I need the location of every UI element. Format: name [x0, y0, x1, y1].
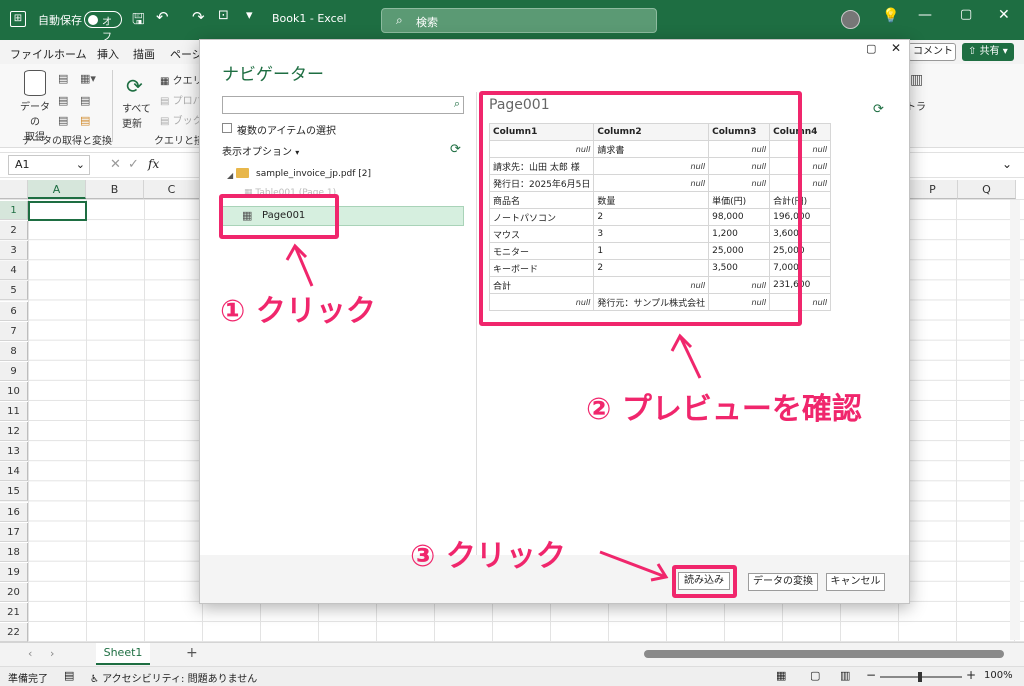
annotation-step1: ① クリック — [220, 294, 376, 329]
annotation-step2: ② プレビューを確認 — [586, 392, 862, 427]
annotation-arrows — [285, 243, 702, 582]
annotation-step3: ③ クリック — [410, 539, 566, 574]
